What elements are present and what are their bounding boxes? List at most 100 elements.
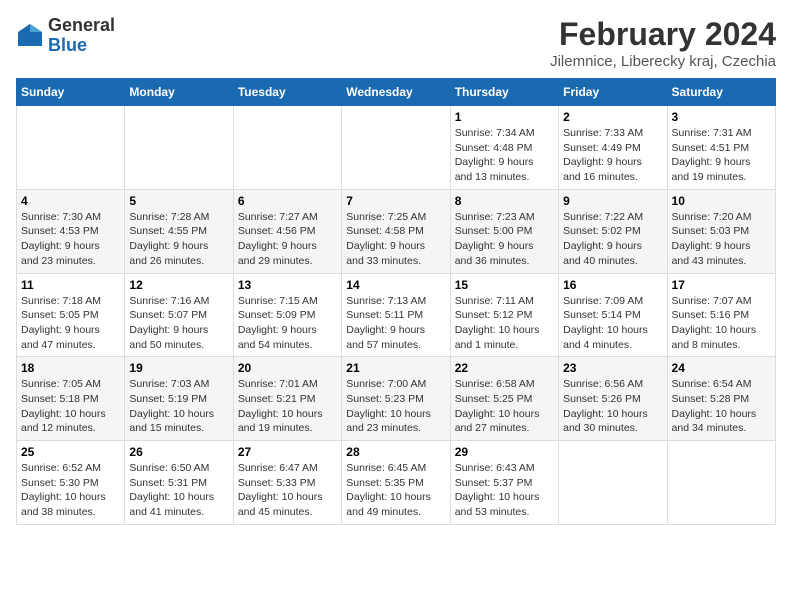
calendar-cell: 8 Sunrise: 7:23 AMSunset: 5:00 PMDaylight… xyxy=(450,189,558,273)
calendar-cell: 18Sunrise: 7:05 AMSunset: 5:18 PMDayligh… xyxy=(17,357,125,441)
day-number: 9 xyxy=(563,194,662,208)
calendar-cell: 10 Sunrise: 7:20 AMSunset: 5:03 PMDayligh… xyxy=(667,189,775,273)
calendar-cell: 27 Sunrise: 6:47 AMSunset: 5:33 PMDayligh… xyxy=(233,441,341,525)
calendar-cell: 15 Sunrise: 7:11 AMSunset: 5:12 PMDayligh… xyxy=(450,273,558,357)
weekday-header-friday: Friday xyxy=(559,79,667,106)
day-info: Sunrise: 7:00 AMSunset: 5:23 PMDaylight:… xyxy=(346,377,445,436)
day-number: 23 xyxy=(563,361,662,375)
calendar-title: February 2024 xyxy=(550,16,776,53)
calendar-cell xyxy=(125,106,233,190)
weekday-header-sunday: Sunday xyxy=(17,79,125,106)
day-number: 28 xyxy=(346,445,445,459)
day-info: Sunrise: 7:13 AMSunset: 5:11 PMDaylight:… xyxy=(346,294,445,353)
day-info: Sunrise: 6:47 AMSunset: 5:33 PMDaylight:… xyxy=(238,461,337,520)
calendar-cell: 2Sunrise: 7:33 AMSunset: 4:49 PMDaylight… xyxy=(559,106,667,190)
weekday-header-tuesday: Tuesday xyxy=(233,79,341,106)
day-info: Sunrise: 6:56 AMSunset: 5:26 PMDaylight:… xyxy=(563,377,662,436)
day-number: 17 xyxy=(672,278,771,292)
day-info: Sunrise: 7:20 AMSunset: 5:03 PMDaylight:… xyxy=(672,210,771,269)
day-info: Sunrise: 7:31 AMSunset: 4:51 PMDaylight:… xyxy=(672,126,771,185)
day-number: 10 xyxy=(672,194,771,208)
day-number: 1 xyxy=(455,110,554,124)
logo-general-text: General xyxy=(48,16,115,36)
calendar-cell: 7Sunrise: 7:25 AMSunset: 4:58 PMDaylight… xyxy=(342,189,450,273)
day-number: 29 xyxy=(455,445,554,459)
calendar-cell: 6Sunrise: 7:27 AMSunset: 4:56 PMDaylight… xyxy=(233,189,341,273)
calendar-cell: 26 Sunrise: 6:50 AMSunset: 5:31 PMDayligh… xyxy=(125,441,233,525)
day-info: Sunrise: 7:01 AMSunset: 5:21 PMDaylight:… xyxy=(238,377,337,436)
day-info: Sunrise: 7:22 AMSunset: 5:02 PMDaylight:… xyxy=(563,210,662,269)
calendar-cell: 29 Sunrise: 6:43 AMSunset: 5:37 PMDayligh… xyxy=(450,441,558,525)
calendar-cell: 13 Sunrise: 7:15 AMSunset: 5:09 PMDayligh… xyxy=(233,273,341,357)
calendar-cell xyxy=(17,106,125,190)
day-info: Sunrise: 7:11 AMSunset: 5:12 PMDaylight:… xyxy=(455,294,554,353)
day-number: 2 xyxy=(563,110,662,124)
day-number: 3 xyxy=(672,110,771,124)
calendar-cell xyxy=(233,106,341,190)
calendar-cell: 28 Sunrise: 6:45 AMSunset: 5:35 PMDayligh… xyxy=(342,441,450,525)
day-number: 27 xyxy=(238,445,337,459)
day-number: 21 xyxy=(346,361,445,375)
day-number: 11 xyxy=(21,278,120,292)
day-number: 14 xyxy=(346,278,445,292)
day-info: Sunrise: 6:45 AMSunset: 5:35 PMDaylight:… xyxy=(346,461,445,520)
calendar-cell: 9 Sunrise: 7:22 AMSunset: 5:02 PMDaylight… xyxy=(559,189,667,273)
weekday-header-saturday: Saturday xyxy=(667,79,775,106)
logo: General Blue xyxy=(16,16,115,56)
calendar-cell: 25 Sunrise: 6:52 AMSunset: 5:30 PMDayligh… xyxy=(17,441,125,525)
day-number: 25 xyxy=(21,445,120,459)
logo-icon xyxy=(16,22,44,50)
day-info: Sunrise: 7:07 AMSunset: 5:16 PMDaylight:… xyxy=(672,294,771,353)
calendar-subtitle: Jilemnice, Liberecky kraj, Czechia xyxy=(550,53,776,70)
day-info: Sunrise: 7:28 AMSunset: 4:55 PMDaylight:… xyxy=(129,210,228,269)
day-info: Sunrise: 6:50 AMSunset: 5:31 PMDaylight:… xyxy=(129,461,228,520)
day-number: 16 xyxy=(563,278,662,292)
day-info: Sunrise: 7:16 AMSunset: 5:07 PMDaylight:… xyxy=(129,294,228,353)
day-info: Sunrise: 7:09 AMSunset: 5:14 PMDaylight:… xyxy=(563,294,662,353)
day-info: Sunrise: 6:58 AMSunset: 5:25 PMDaylight:… xyxy=(455,377,554,436)
day-number: 7 xyxy=(346,194,445,208)
day-number: 5 xyxy=(129,194,228,208)
calendar-cell: 19 Sunrise: 7:03 AMSunset: 5:19 PMDayligh… xyxy=(125,357,233,441)
day-number: 12 xyxy=(129,278,228,292)
page-header: General Blue February 2024 Jilemnice, Li… xyxy=(16,16,776,70)
day-number: 8 xyxy=(455,194,554,208)
day-info: Sunrise: 6:54 AMSunset: 5:28 PMDaylight:… xyxy=(672,377,771,436)
day-info: Sunrise: 7:30 AMSunset: 4:53 PMDaylight:… xyxy=(21,210,120,269)
title-area: February 2024 Jilemnice, Liberecky kraj,… xyxy=(550,16,776,70)
calendar-week-row: 1 Sunrise: 7:34 AMSunset: 4:48 PMDaylight… xyxy=(17,106,776,190)
day-number: 26 xyxy=(129,445,228,459)
day-number: 19 xyxy=(129,361,228,375)
calendar-cell: 24 Sunrise: 6:54 AMSunset: 5:28 PMDayligh… xyxy=(667,357,775,441)
calendar-cell: 20 Sunrise: 7:01 AMSunset: 5:21 PMDayligh… xyxy=(233,357,341,441)
calendar-week-row: 18Sunrise: 7:05 AMSunset: 5:18 PMDayligh… xyxy=(17,357,776,441)
day-number: 24 xyxy=(672,361,771,375)
calendar-cell xyxy=(342,106,450,190)
day-number: 6 xyxy=(238,194,337,208)
calendar-cell xyxy=(667,441,775,525)
weekday-header-thursday: Thursday xyxy=(450,79,558,106)
weekday-header-row: SundayMondayTuesdayWednesdayThursdayFrid… xyxy=(17,79,776,106)
day-number: 20 xyxy=(238,361,337,375)
calendar-cell: 4 Sunrise: 7:30 AMSunset: 4:53 PMDaylight… xyxy=(17,189,125,273)
calendar-week-row: 25 Sunrise: 6:52 AMSunset: 5:30 PMDayligh… xyxy=(17,441,776,525)
day-info: Sunrise: 7:23 AMSunset: 5:00 PMDaylight:… xyxy=(455,210,554,269)
day-info: Sunrise: 7:18 AMSunset: 5:05 PMDaylight:… xyxy=(21,294,120,353)
day-info: Sunrise: 7:03 AMSunset: 5:19 PMDaylight:… xyxy=(129,377,228,436)
calendar-cell xyxy=(559,441,667,525)
calendar-cell: 17 Sunrise: 7:07 AMSunset: 5:16 PMDayligh… xyxy=(667,273,775,357)
day-info: Sunrise: 7:34 AMSunset: 4:48 PMDaylight:… xyxy=(455,126,554,185)
calendar-cell: 14 Sunrise: 7:13 AMSunset: 5:11 PMDayligh… xyxy=(342,273,450,357)
day-number: 13 xyxy=(238,278,337,292)
day-info: Sunrise: 6:43 AMSunset: 5:37 PMDaylight:… xyxy=(455,461,554,520)
day-info: Sunrise: 6:52 AMSunset: 5:30 PMDaylight:… xyxy=(21,461,120,520)
calendar-week-row: 11 Sunrise: 7:18 AMSunset: 5:05 PMDayligh… xyxy=(17,273,776,357)
calendar-cell: 23 Sunrise: 6:56 AMSunset: 5:26 PMDayligh… xyxy=(559,357,667,441)
weekday-header-monday: Monday xyxy=(125,79,233,106)
day-info: Sunrise: 7:05 AMSunset: 5:18 PMDaylight:… xyxy=(21,377,120,436)
calendar-cell: 12 Sunrise: 7:16 AMSunset: 5:07 PMDayligh… xyxy=(125,273,233,357)
calendar-cell: 5 Sunrise: 7:28 AMSunset: 4:55 PMDaylight… xyxy=(125,189,233,273)
day-info: Sunrise: 7:15 AMSunset: 5:09 PMDaylight:… xyxy=(238,294,337,353)
day-number: 15 xyxy=(455,278,554,292)
day-number: 4 xyxy=(21,194,120,208)
